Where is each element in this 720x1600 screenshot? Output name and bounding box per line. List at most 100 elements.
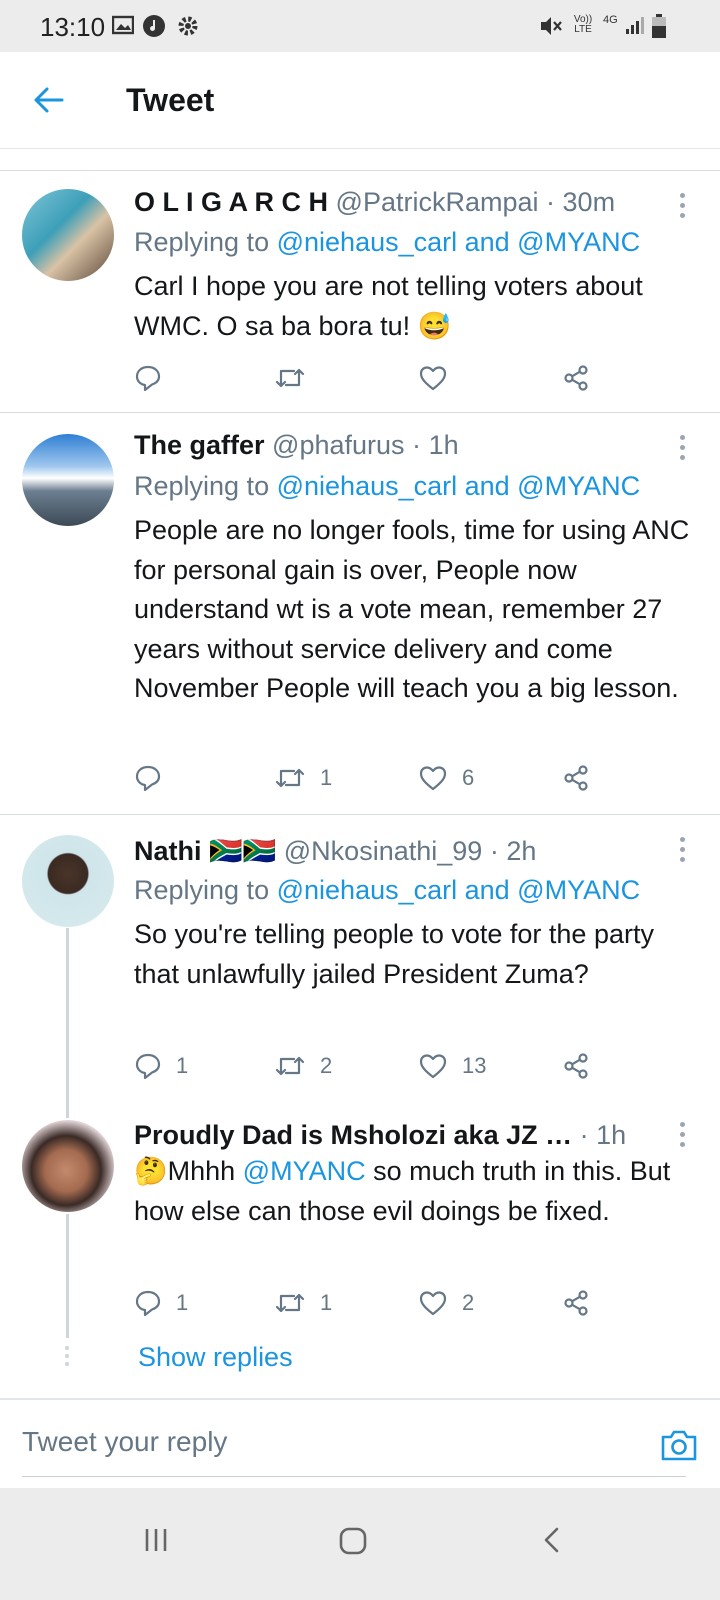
heart-icon [419,1291,447,1316]
author-name[interactable]: The gaffer [134,430,265,460]
like-button[interactable] [418,361,462,395]
retweet-icon [275,1293,305,1313]
retweet-count: 2 [320,1053,333,1078]
heart-icon [419,766,447,791]
tweet-text: Carl I hope you are not telling voters a… [134,271,643,341]
reply-icon [135,1053,161,1080]
replying-to-links[interactable]: @niehaus_carl and @MYANC [277,471,640,501]
top-app-bar: Tweet [0,52,720,149]
like-button[interactable]: 6 [418,761,474,795]
reply-button[interactable] [134,361,176,395]
separator-dot: · [489,836,499,866]
replying-to-label: Replying to [134,471,270,501]
replying-to-links[interactable]: @niehaus_carl and @MYANC [277,875,640,905]
tweet-age: 1h [428,430,459,460]
more-options-icon[interactable] [680,193,688,223]
author-handle[interactable]: @Nkosinathi_99 [284,836,483,866]
retweet-button[interactable]: 2 [274,1049,332,1083]
replying-to-label: Replying to [134,875,270,905]
mute-icon [541,17,562,35]
tweet-actions: 1 1 2 [134,1286,614,1320]
show-replies-link[interactable]: Show replies [138,1342,293,1373]
tweet-actions: 1 2 13 [134,1049,614,1083]
like-count: 6 [462,765,475,790]
tweet-text: 🤔Mhhh @MYANC so much truth in this. But … [134,1152,709,1231]
avatar[interactable] [22,835,114,927]
nav-back-icon[interactable] [540,1526,564,1554]
author-handle[interactable]: @PatrickRampai [336,187,539,217]
reply-button[interactable]: 1 [134,1049,188,1083]
status-time: 13:10 [40,12,106,42]
like-button[interactable]: 2 [418,1286,474,1320]
share-icon [564,1290,588,1316]
share-button[interactable] [562,1049,590,1083]
retweet-count: 1 [320,765,333,790]
more-options-icon[interactable] [680,435,688,465]
network-type: 4G [603,14,618,26]
replying-to-links[interactable]: @niehaus_carl and @MYANC [277,227,640,257]
tweet-text: So you're telling people to vote for the… [134,919,654,989]
share-button[interactable] [562,361,590,395]
separator-dot: · [546,187,556,217]
battery-icon [652,14,666,38]
tweet-card[interactable]: The gaffer @phafurus · 1h Replying to @n… [0,413,720,814]
tweet-text: People are no longer fools, time for usi… [134,515,690,703]
reply-button[interactable] [134,761,176,795]
tweet-actions [134,361,614,395]
more-options-icon[interactable] [680,1122,688,1152]
share-button[interactable] [562,1286,590,1320]
recent-apps-icon[interactable] [142,1526,170,1554]
reply-icon [135,365,161,392]
tweet-card[interactable]: Nathi 🇿🇦🇿🇦 @Nkosinathi_99 · 2h Replying … [0,815,720,1100]
reply-button[interactable]: 1 [134,1286,188,1320]
camera-icon[interactable] [660,1428,698,1462]
avatar[interactable] [22,434,114,526]
tweet-age: 30m [562,187,616,217]
author-name[interactable]: Proudly Dad is Msholozi aka JZ … [134,1120,572,1150]
system-navigation-bar [0,1488,720,1600]
reply-count: 1 [176,1053,189,1078]
more-options-icon[interactable] [680,837,688,867]
author-name[interactable]: O L I G A R C H [134,187,328,217]
avatar[interactable] [22,189,114,281]
heart-icon [419,366,447,391]
share-button[interactable] [562,761,590,795]
page-title: Tweet [126,82,215,118]
share-icon [564,765,588,791]
share-icon [564,1053,588,1079]
author-name[interactable]: Nathi 🇿🇦🇿🇦 [134,836,276,866]
separator-dot: · [412,430,422,460]
reply-input[interactable]: Tweet your reply [22,1426,227,1458]
share-icon [564,365,588,391]
retweet-icon [275,368,305,388]
signal-icon [626,17,644,34]
gallery-icon [112,15,134,35]
settings-gear-icon [178,16,198,36]
tweet-age: 1h [596,1120,627,1150]
reply-icon [135,765,161,792]
retweet-button[interactable]: 1 [274,761,332,795]
retweet-count: 1 [320,1290,333,1315]
separator-dot: · [579,1120,589,1150]
tweet-text-start: 🤔Mhhh [134,1156,243,1186]
back-arrow-icon[interactable] [30,80,70,120]
status-bar: 13:10 Vo)) LTE 4G [0,0,720,52]
avatar[interactable] [22,1120,114,1212]
reply-composer: Tweet your reply [0,1398,720,1488]
tweet-age: 2h [506,836,537,866]
like-button[interactable]: 13 [418,1049,486,1083]
reply-count: 1 [176,1290,189,1315]
reply-icon [135,1290,161,1317]
tweet-actions: 1 6 [134,761,614,795]
retweet-icon [275,1056,305,1076]
tweet-card[interactable]: O L I G A R C H @PatrickRampai · 30m Rep… [0,171,720,412]
retweet-icon [275,768,305,788]
replying-to-label: Replying to [134,227,270,257]
retweet-button[interactable]: 1 [274,1286,332,1320]
author-handle[interactable]: @phafurus [272,430,404,460]
like-count: 2 [462,1290,475,1315]
tweet-card[interactable]: Proudly Dad is Msholozi aka JZ … · 1h 🤔M… [0,1100,720,1340]
mention-link[interactable]: @MYANC [243,1156,366,1186]
retweet-button[interactable] [274,361,320,395]
home-icon[interactable] [338,1526,368,1556]
